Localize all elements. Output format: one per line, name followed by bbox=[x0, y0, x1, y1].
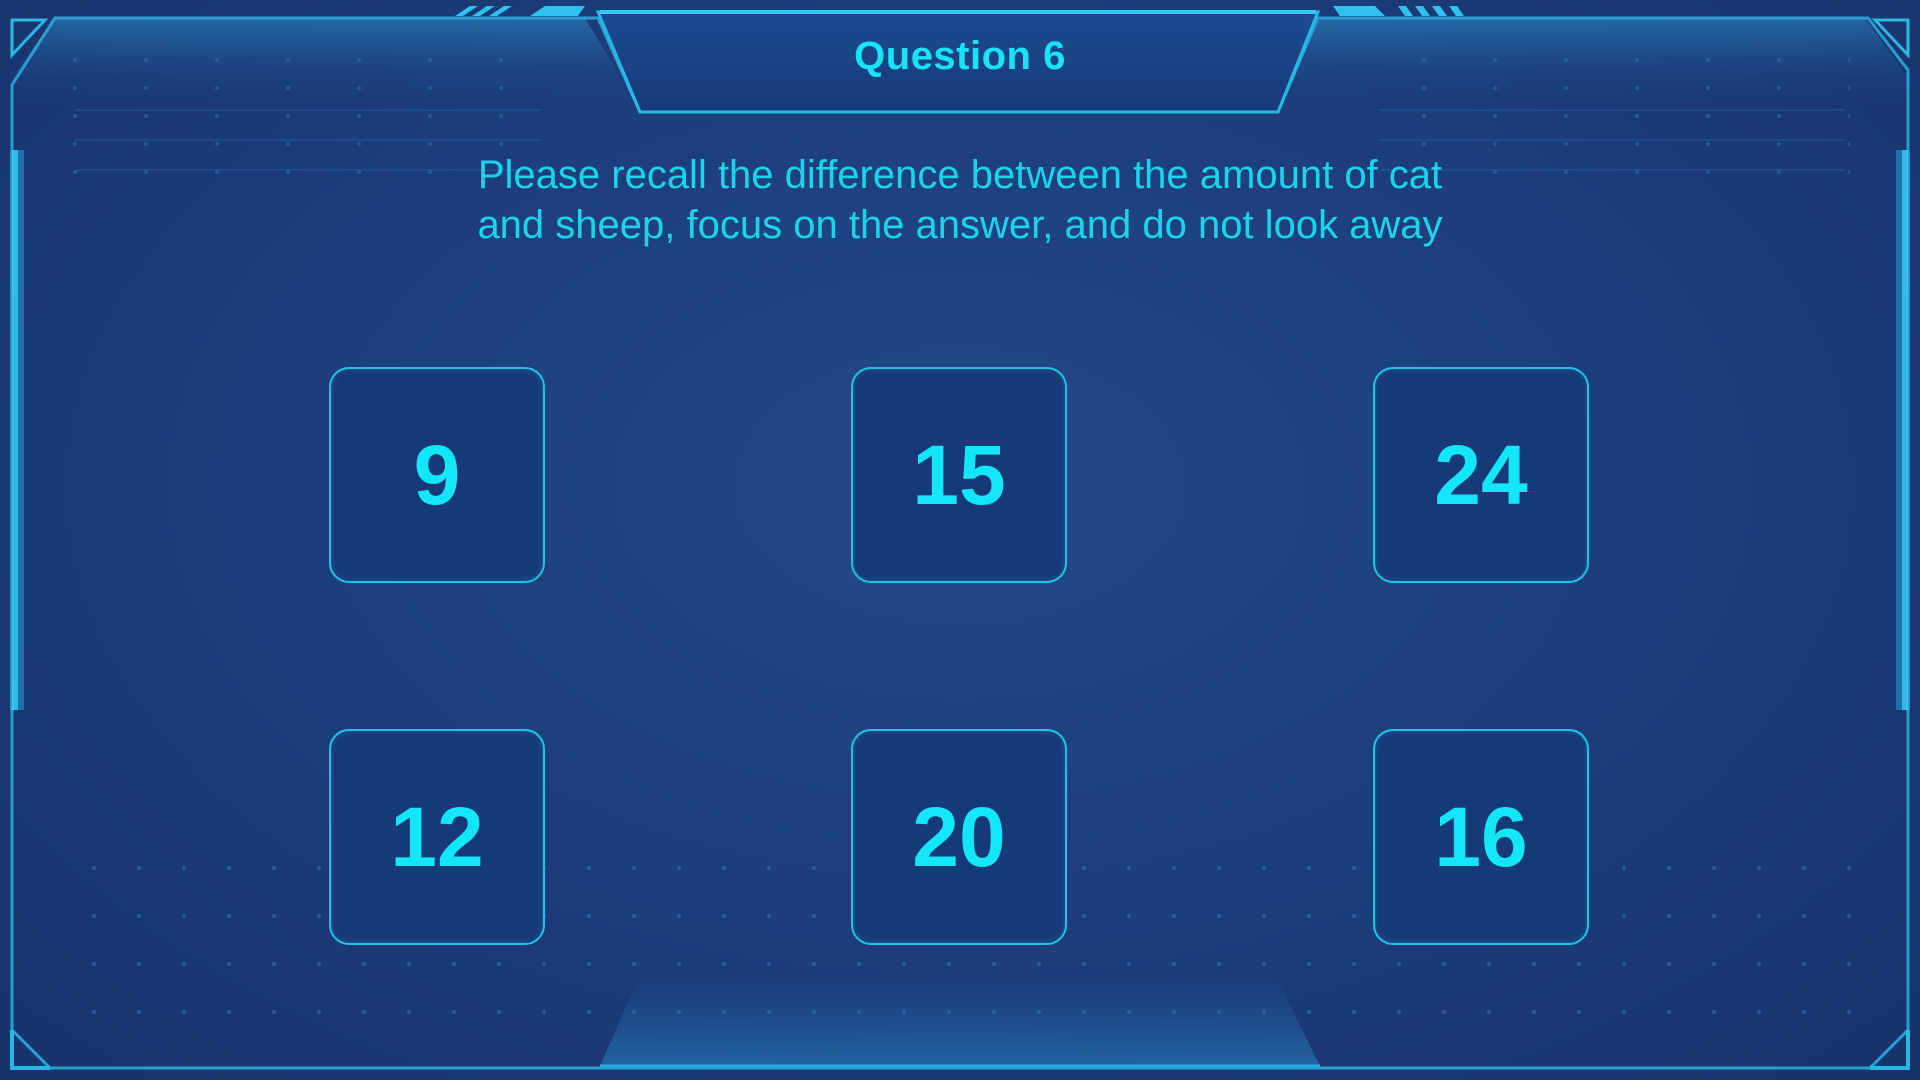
answer-option-label: 20 bbox=[912, 789, 1006, 884]
bottom-center-panel bbox=[600, 975, 1320, 1066]
answer-option-label: 12 bbox=[390, 789, 484, 884]
answer-option-9[interactable]: 9 bbox=[329, 367, 545, 583]
answer-option-label: 16 bbox=[1434, 789, 1528, 884]
answer-option-12[interactable]: 12 bbox=[329, 729, 545, 945]
top-left-stripes bbox=[455, 6, 585, 16]
top-right-stripes bbox=[1333, 6, 1464, 16]
answer-option-16[interactable]: 16 bbox=[1373, 729, 1589, 945]
answer-option-15[interactable]: 15 bbox=[851, 367, 1067, 583]
answer-option-24[interactable]: 24 bbox=[1373, 367, 1589, 583]
question-title: Question 6 bbox=[854, 34, 1066, 78]
answer-option-20[interactable]: 20 bbox=[851, 729, 1067, 945]
answer-option-label: 24 bbox=[1434, 427, 1528, 522]
answer-option-label: 9 bbox=[413, 427, 461, 522]
question-prompt: Please recall the difference between the… bbox=[477, 153, 1443, 247]
quiz-screen: Question 6 Please recall the difference … bbox=[0, 0, 1920, 1080]
answer-option-label: 15 bbox=[912, 427, 1006, 522]
